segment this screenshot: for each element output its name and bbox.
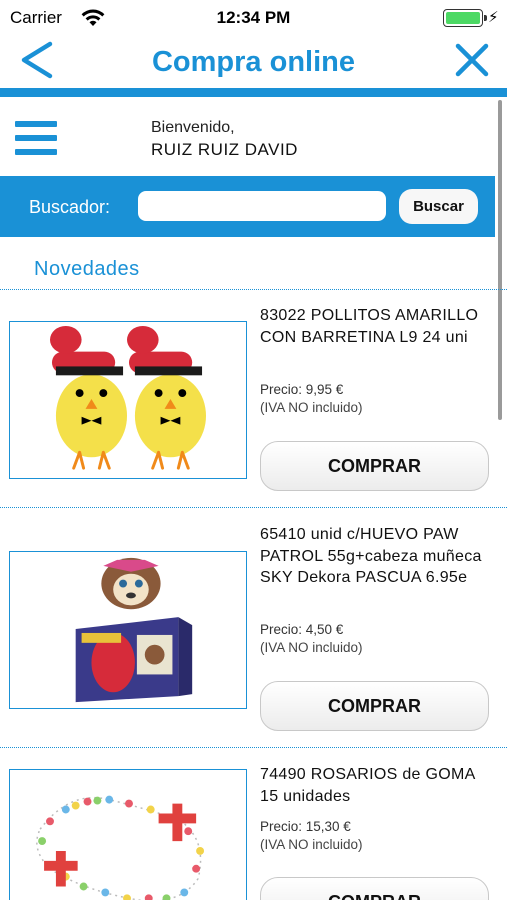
product-vat-note: (IVA NO incluido) (260, 837, 363, 852)
product-vat-note: (IVA NO incluido) (260, 400, 363, 415)
section-title: Novedades (34, 258, 140, 280)
search-label: Buscador: (29, 197, 111, 217)
welcome-label: Bienvenido, (151, 119, 235, 136)
product-divider (0, 507, 507, 508)
battery-level (446, 12, 480, 24)
scrollbar[interactable] (498, 100, 502, 420)
bolt-icon: ⚡ (488, 9, 499, 26)
paw-patrol-egg-image (75, 557, 193, 703)
close-button[interactable] (454, 42, 490, 78)
hamburger-menu-icon[interactable] (15, 121, 57, 156)
product-title: 65410 unid c/HUEVO PAW PATROL 55g+cabeza… (260, 526, 482, 586)
nav-bar: Compra online (0, 36, 507, 88)
product-image[interactable] (9, 551, 247, 709)
chick-toys-image (50, 325, 206, 470)
section-divider (0, 289, 507, 290)
product-image[interactable] (9, 321, 247, 479)
product-image[interactable] (9, 769, 247, 900)
status-bar: Carrier 12:34 PM ⚡ (0, 0, 507, 36)
buy-button[interactable]: COMPRAR (260, 681, 489, 731)
page-title: Compra online (151, 46, 355, 78)
nav-divider (0, 88, 507, 97)
status-time: 12:34 PM (216, 8, 291, 27)
rosary-candy-image (36, 795, 205, 900)
search-input[interactable] (138, 191, 386, 221)
product-divider (0, 747, 507, 748)
product-title: 83022 POLLITOS AMARILLO CON BARRETINA L9… (260, 307, 479, 346)
user-name: RUIZ RUIZ DAVID (151, 140, 298, 159)
buy-button[interactable]: COMPRAR (260, 877, 489, 900)
search-button[interactable]: Buscar (399, 189, 478, 224)
product-price: Precio: 15,30 € (260, 819, 351, 834)
search-bar: Buscador: Buscar (0, 176, 495, 237)
product-title: 74490 ROSARIOS de GOMA 15 unidades (260, 766, 475, 805)
product-vat-note: (IVA NO incluido) (260, 640, 363, 655)
buy-button[interactable]: COMPRAR (260, 441, 489, 491)
product-price: Precio: 9,95 € (260, 382, 344, 397)
product-price: Precio: 4,50 € (260, 622, 344, 637)
battery-icon (443, 9, 487, 27)
